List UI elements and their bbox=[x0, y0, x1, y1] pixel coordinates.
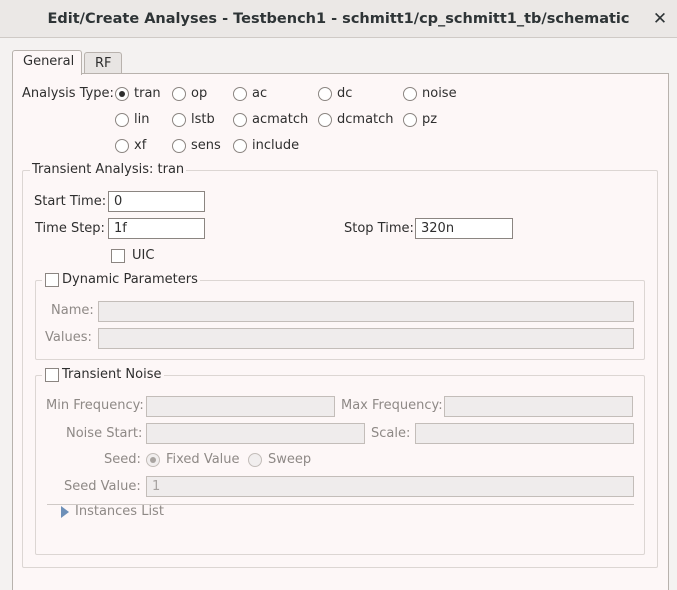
radio-pz[interactable] bbox=[403, 113, 417, 127]
uic-checkbox[interactable] bbox=[111, 249, 125, 263]
analysis-type-label: Analysis Type: bbox=[22, 86, 114, 101]
max-frequency-label: Max Frequency: bbox=[341, 398, 443, 413]
stop-time-label: Stop Time: bbox=[344, 221, 414, 236]
radio-ac[interactable] bbox=[233, 87, 247, 101]
radio-dcmatch-label[interactable]: dcmatch bbox=[337, 112, 394, 127]
tab-general[interactable]: General bbox=[12, 50, 82, 75]
radio-acmatch[interactable] bbox=[233, 113, 247, 127]
radio-xf[interactable] bbox=[115, 139, 129, 153]
radio-lin-label[interactable]: lin bbox=[134, 112, 149, 127]
seed-label: Seed: bbox=[104, 452, 141, 467]
dynamic-name-input[interactable] bbox=[98, 301, 634, 322]
radio-sens[interactable] bbox=[172, 139, 186, 153]
radio-pz-label[interactable]: pz bbox=[422, 112, 437, 127]
stop-time-input[interactable]: 320n bbox=[415, 218, 513, 239]
window-title: Edit/Create Analyses - Testbench1 - schm… bbox=[47, 11, 630, 27]
transient-analysis-title: Transient Analysis: tran bbox=[30, 162, 187, 177]
radio-lin[interactable] bbox=[115, 113, 129, 127]
scale-input[interactable] bbox=[415, 423, 634, 444]
instances-list-label[interactable]: Instances List bbox=[75, 504, 164, 519]
radio-op-label[interactable]: op bbox=[191, 86, 207, 101]
seed-sweep-radio[interactable] bbox=[248, 453, 262, 467]
radio-include[interactable] bbox=[233, 139, 247, 153]
noise-start-input[interactable] bbox=[146, 423, 365, 444]
tab-rf[interactable]: RF bbox=[84, 52, 122, 74]
radio-tran-label[interactable]: tran bbox=[134, 86, 161, 101]
radio-dc[interactable] bbox=[318, 87, 332, 101]
scale-label: Scale: bbox=[371, 426, 411, 441]
max-frequency-input[interactable] bbox=[444, 396, 633, 417]
start-time-label: Start Time: bbox=[34, 194, 107, 209]
radio-op[interactable] bbox=[172, 87, 186, 101]
dynamic-parameters-title[interactable]: Dynamic Parameters bbox=[42, 272, 200, 287]
title-bar: Edit/Create Analyses - Testbench1 - schm… bbox=[0, 0, 677, 38]
seed-value-label: Seed Value: bbox=[64, 479, 141, 494]
radio-noise-label[interactable]: noise bbox=[422, 86, 457, 101]
radio-lstb-label[interactable]: lstb bbox=[191, 112, 215, 127]
radio-include-label[interactable]: include bbox=[252, 138, 299, 153]
seed-value-input[interactable]: 1 bbox=[146, 476, 634, 497]
transient-noise-title[interactable]: Transient Noise bbox=[42, 367, 164, 382]
start-time-input[interactable]: 0 bbox=[108, 191, 205, 212]
time-step-input[interactable]: 1f bbox=[108, 218, 205, 239]
radio-tran[interactable] bbox=[115, 87, 129, 101]
transient-noise-checkbox[interactable] bbox=[45, 368, 59, 382]
radio-ac-label[interactable]: ac bbox=[252, 86, 267, 101]
dynamic-parameters-checkbox[interactable] bbox=[45, 273, 59, 287]
radio-acmatch-label[interactable]: acmatch bbox=[252, 112, 308, 127]
radio-dcmatch[interactable] bbox=[318, 113, 332, 127]
radio-sens-label[interactable]: sens bbox=[191, 138, 221, 153]
seed-fixed-label[interactable]: Fixed Value bbox=[166, 452, 240, 467]
close-icon[interactable]: ✕ bbox=[648, 8, 672, 30]
min-frequency-label: Min Frequency: bbox=[46, 398, 144, 413]
dynamic-values-label: Values: bbox=[45, 330, 92, 345]
seed-fixed-radio[interactable] bbox=[146, 453, 160, 467]
seed-sweep-label[interactable]: Sweep bbox=[268, 452, 311, 467]
radio-noise[interactable] bbox=[403, 87, 417, 101]
time-step-label: Time Step: bbox=[35, 221, 105, 236]
radio-dc-label[interactable]: dc bbox=[337, 86, 352, 101]
uic-label[interactable]: UIC bbox=[132, 248, 154, 263]
expand-triangle-icon[interactable] bbox=[61, 506, 69, 518]
noise-start-label: Noise Start: bbox=[66, 426, 143, 441]
dynamic-name-label: Name: bbox=[51, 303, 94, 318]
dynamic-values-input[interactable] bbox=[98, 328, 634, 349]
radio-lstb[interactable] bbox=[172, 113, 186, 127]
min-frequency-input[interactable] bbox=[146, 396, 335, 417]
radio-xf-label[interactable]: xf bbox=[134, 138, 146, 153]
